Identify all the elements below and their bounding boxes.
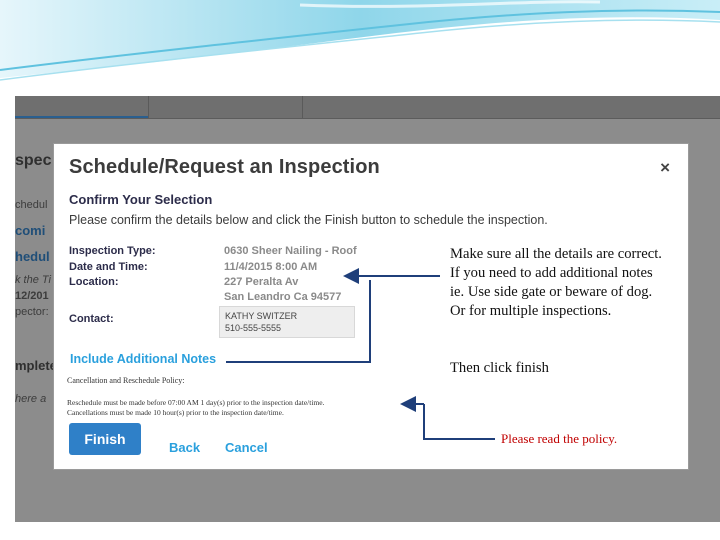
contact-phone: 510-555-5555 xyxy=(225,323,282,333)
background-heading: spec xyxy=(15,152,52,169)
cancel-button[interactable]: Cancel xyxy=(225,440,268,455)
close-icon[interactable]: × xyxy=(660,158,670,178)
decorative-swoosh xyxy=(0,0,720,81)
finish-annotation: Then click finish xyxy=(448,360,551,377)
tab-divider xyxy=(302,96,303,118)
inspection-type-label: Inspection Type: xyxy=(69,245,156,257)
include-additional-notes-link[interactable]: Include Additional Notes xyxy=(70,352,216,366)
contact-label: Contact: xyxy=(69,313,114,325)
date-time-value: 11/4/2015 8:00 AM xyxy=(224,261,318,273)
top-nav-bar xyxy=(15,96,720,119)
inspection-type-value: 0630 Sheer Nailing - Roof xyxy=(224,245,357,257)
policy-reschedule-text: Reschedule must be made before 07:00 AM … xyxy=(67,398,325,407)
location-value: 227 Peralta Av xyxy=(224,276,299,288)
background-text: chedul xyxy=(15,199,48,211)
finish-button[interactable]: Finish xyxy=(69,423,141,455)
background-text: here a xyxy=(15,393,47,405)
background-text: comi xyxy=(15,223,46,238)
tab-divider xyxy=(148,96,149,118)
policy-heading: Cancellation and Reschedule Policy: xyxy=(67,376,185,385)
modal-title: Schedule/Request an Inspection xyxy=(69,156,380,178)
policy-cancel-text: Cancellations must be made 10 hour(s) pr… xyxy=(67,408,284,417)
policy-annotation: Please read the policy. xyxy=(499,431,620,447)
background-text: mplete xyxy=(15,358,57,373)
background-text: 12/201 xyxy=(15,290,49,302)
details-annotation: Make sure all the details are correct. I… xyxy=(448,245,667,321)
contact-box: KATHY SWITZER 510-555-5555 xyxy=(219,306,355,338)
location-city-value: San Leandro Ca 94577 xyxy=(224,291,342,303)
location-label: Location: xyxy=(69,276,119,288)
back-button[interactable]: Back xyxy=(169,440,200,455)
confirm-instructions: Please confirm the details below and cli… xyxy=(69,213,548,227)
confirm-heading: Confirm Your Selection xyxy=(69,192,213,207)
background-text: pector: xyxy=(15,306,49,318)
date-time-label: Date and Time: xyxy=(69,261,148,273)
active-tab-indicator xyxy=(15,116,148,118)
contact-name: KATHY SWITZER xyxy=(225,311,298,321)
background-text: k the Ti xyxy=(15,274,51,286)
background-text: hedul xyxy=(15,249,50,264)
